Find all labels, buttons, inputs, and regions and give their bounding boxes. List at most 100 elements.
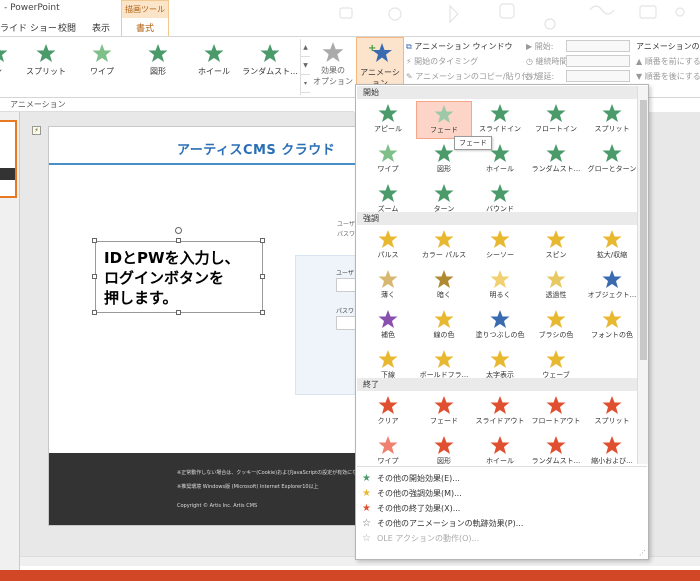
- trigger-button[interactable]: ⚡ 開始のタイミング: [406, 56, 478, 67]
- effect-star-icon: [434, 184, 454, 202]
- more-effects-label: OLE アクションの動作(O)...: [377, 534, 480, 543]
- effect-item[interactable]: 線の色: [416, 307, 472, 345]
- effect-item[interactable]: 薄く: [360, 267, 416, 305]
- effect-item[interactable]: ワイプ: [360, 141, 416, 179]
- resize-handle-b[interactable]: [176, 310, 181, 315]
- effect-star-icon: [546, 396, 566, 414]
- resize-handle-l[interactable]: [92, 274, 97, 279]
- more-effects-label: その他の開始効果(E)...: [377, 474, 460, 483]
- resize-handle-r[interactable]: [260, 274, 265, 279]
- resize-handle-t[interactable]: [176, 238, 181, 243]
- slide-logo: アーティスCMS クラウド: [177, 143, 336, 158]
- effect-star-icon: [378, 230, 398, 248]
- effect-label: ワイプ: [377, 165, 399, 173]
- gallery-item-random-bars[interactable]: ランダムスト...: [242, 43, 298, 91]
- form-label-pass-top: パスワ: [337, 231, 356, 238]
- tab-view[interactable]: 表示: [92, 21, 110, 34]
- gallery-item-shape[interactable]: 図形: [130, 43, 186, 91]
- effect-star-icon: [602, 270, 622, 288]
- login-user-label: ユーザ: [336, 270, 354, 277]
- gallery-item-wheel[interactable]: ホイール: [186, 43, 242, 91]
- effect-label: 図形: [437, 457, 451, 465]
- effect-item[interactable]: カラー パルス: [416, 227, 472, 265]
- effect-label: フェード: [430, 417, 458, 425]
- dropdown-scroll-thumb[interactable]: [640, 100, 647, 360]
- move-later-button[interactable]: ▼ 順番を後にする: [636, 71, 700, 82]
- effect-item[interactable]: スライドアウト: [472, 393, 528, 431]
- effect-item[interactable]: フロートアウト: [528, 393, 584, 431]
- effect-item[interactable]: 透過性: [528, 267, 584, 305]
- dropdown-resize-grip-icon[interactable]: ⋰: [639, 549, 646, 557]
- effect-item[interactable]: 明るく: [472, 267, 528, 305]
- animation-painter-button[interactable]: ✎ アニメーションのコピー/貼り付け: [406, 71, 538, 82]
- tab-format[interactable]: 書式: [121, 18, 169, 36]
- resize-handle-bl[interactable]: [92, 310, 97, 315]
- effect-item[interactable]: スライドイン: [472, 101, 528, 139]
- effect-item[interactable]: スピン: [528, 227, 584, 265]
- effect-item[interactable]: アピール: [360, 101, 416, 139]
- more-effects-item[interactable]: ☆ その他のアニメーションの軌跡効果(P)...: [362, 516, 523, 531]
- effect-star-icon: [378, 184, 398, 202]
- gallery-scroll-down-icon[interactable]: ▼: [301, 57, 310, 75]
- start-select[interactable]: [566, 40, 630, 52]
- gallery-scroll-up-icon[interactable]: ▲: [301, 39, 310, 57]
- effect-item[interactable]: ブラシの色: [528, 307, 584, 345]
- star-icon: [36, 44, 56, 62]
- resize-handle-tr[interactable]: [260, 238, 265, 243]
- rotate-handle[interactable]: [175, 227, 182, 234]
- more-effects-item[interactable]: ☆ OLE アクションの動作(O)...: [362, 531, 479, 546]
- slide-thumbnail[interactable]: [0, 120, 17, 198]
- effect-star-icon: [546, 144, 566, 162]
- effect-item[interactable]: フロートイン: [528, 101, 584, 139]
- more-effects-label: その他の終了効果(X)...: [377, 504, 461, 513]
- effect-item[interactable]: スプリット: [584, 101, 640, 139]
- ribbon-tab-row: ライド ショー 校閲 表示 書式: [0, 18, 700, 36]
- more-effects-item[interactable]: ★ その他の強調効果(M)...: [362, 486, 462, 501]
- effect-label: ランダムスト...: [531, 457, 581, 465]
- star-icon: [260, 44, 280, 62]
- effect-item[interactable]: スプリット: [584, 393, 640, 431]
- gallery-scroll[interactable]: ▲ ▼ ▾: [300, 39, 310, 95]
- effect-item[interactable]: オブジェクト...: [584, 267, 640, 305]
- effect-item[interactable]: 拡大/収縮: [584, 227, 640, 265]
- effect-label: スライドアウト: [475, 417, 525, 425]
- effect-star-icon: [378, 396, 398, 414]
- effect-star-icon: [434, 436, 454, 454]
- animation-group-label: アニメーション: [10, 100, 66, 109]
- duration-field[interactable]: [566, 55, 630, 67]
- more-effects-label: その他の強調効果(M)...: [377, 489, 462, 498]
- effect-item[interactable]: フェード: [416, 393, 472, 431]
- callout-text-box[interactable]: IDとPWを入力し、 ログインボタンを 押します。: [95, 241, 263, 313]
- move-earlier-button[interactable]: ▲ 順番を前にする: [636, 56, 700, 67]
- effect-label: 薄く: [381, 291, 395, 299]
- animation-painter-label: アニメーションのコピー/貼り付け: [415, 72, 538, 81]
- gallery-item-wipe[interactable]: ワイプ: [74, 43, 130, 91]
- animation-marker-icon[interactable]: ⚡: [32, 126, 41, 135]
- resize-handle-br[interactable]: [260, 310, 265, 315]
- effect-label: ホイール: [486, 457, 514, 465]
- effect-item[interactable]: フェード: [416, 101, 472, 139]
- effect-item[interactable]: ランダムスト...: [528, 141, 584, 179]
- animation-window-button[interactable]: ⧉ アニメーション ウィンドウ: [406, 41, 513, 52]
- delay-field[interactable]: [566, 70, 630, 82]
- effect-item[interactable]: 補色: [360, 307, 416, 345]
- effect-options-button[interactable]: 効果の オプション: [312, 39, 354, 95]
- effect-item[interactable]: 塗りつぶしの色: [472, 307, 528, 345]
- tab-review[interactable]: 校閲: [58, 21, 76, 34]
- tab-slideshow[interactable]: ライド ショー: [0, 21, 57, 34]
- effect-item[interactable]: 暗く: [416, 267, 472, 305]
- gallery-item-split[interactable]: スプリット: [18, 43, 74, 91]
- more-effects-item[interactable]: ★ その他の開始効果(E)...: [362, 471, 460, 486]
- effect-item[interactable]: パルス: [360, 227, 416, 265]
- more-effects-item[interactable]: ★ その他の終了効果(X)...: [362, 501, 460, 516]
- effect-item[interactable]: クリア: [360, 393, 416, 431]
- effect-item[interactable]: シーソー: [472, 227, 528, 265]
- section-header: 終了: [357, 378, 637, 391]
- effect-star-icon: [378, 104, 398, 122]
- effect-star-icon: [490, 184, 510, 202]
- effect-item[interactable]: フォントの色: [584, 307, 640, 345]
- effect-label: 明るく: [489, 291, 511, 299]
- resize-handle-tl[interactable]: [92, 238, 97, 243]
- gallery-more-icon[interactable]: ▾: [301, 75, 310, 93]
- effect-item[interactable]: グローとターン: [584, 141, 640, 179]
